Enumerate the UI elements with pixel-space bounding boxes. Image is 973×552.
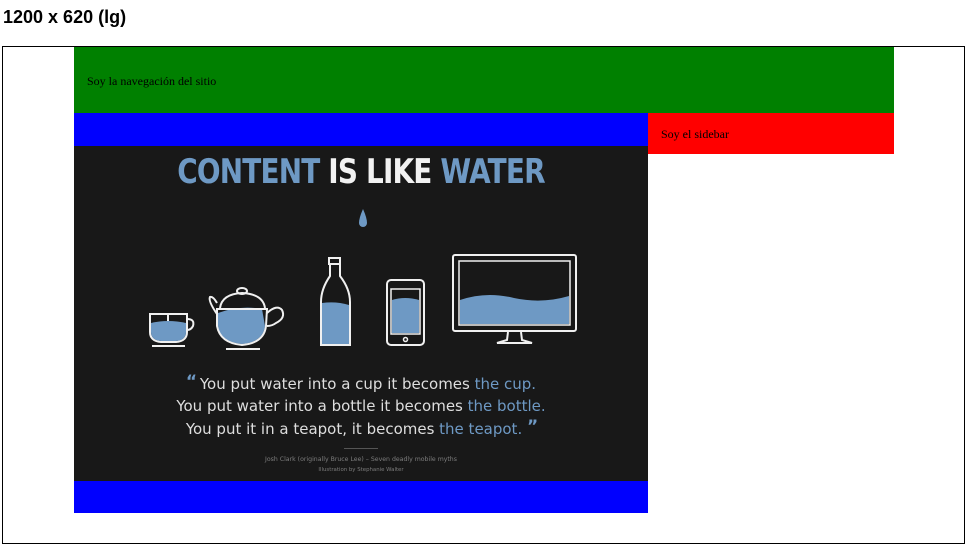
quote-attribution: Josh Clark (originally Bruce Lee) – Seve… [265,456,457,463]
quote: “ You put water into a cup it becomes th… [74,372,648,441]
sidebar: Soy el sidebar [648,113,894,154]
site-navigation: Soy la navegación del sitio [74,47,894,113]
quote-line-2: You put water into a bottle it becomes t… [176,396,546,415]
quote-close-icon: ” [527,417,538,437]
illustration-credit: Illustration by Stephanie Walter [318,467,404,473]
layout-container: Soy la navegación del sitio Soy el sideb… [2,46,965,544]
bottle-icon [320,257,351,346]
quote-line-3: You put it in a teapot, it becomes the t… [185,417,538,438]
phone-icon [386,279,425,346]
main-content-top-padding [74,113,648,146]
sidebar-label: Soy el sidebar [661,127,729,141]
page-title: 1200 x 620 (lg) [3,7,127,27]
quote-line-1: “ You put water into a cup it becomes th… [185,372,537,393]
water-drop-icon [359,209,367,227]
navigation-label: Soy la navegación del sitio [87,74,217,88]
quote-open-icon: “ [185,372,197,392]
monitor-icon [452,254,577,344]
main-content-bottom-padding [74,481,648,513]
quote-divider [344,448,378,449]
content-like-water-poster: CONTENT IS LIKE WATER “ You put water in… [74,146,648,481]
